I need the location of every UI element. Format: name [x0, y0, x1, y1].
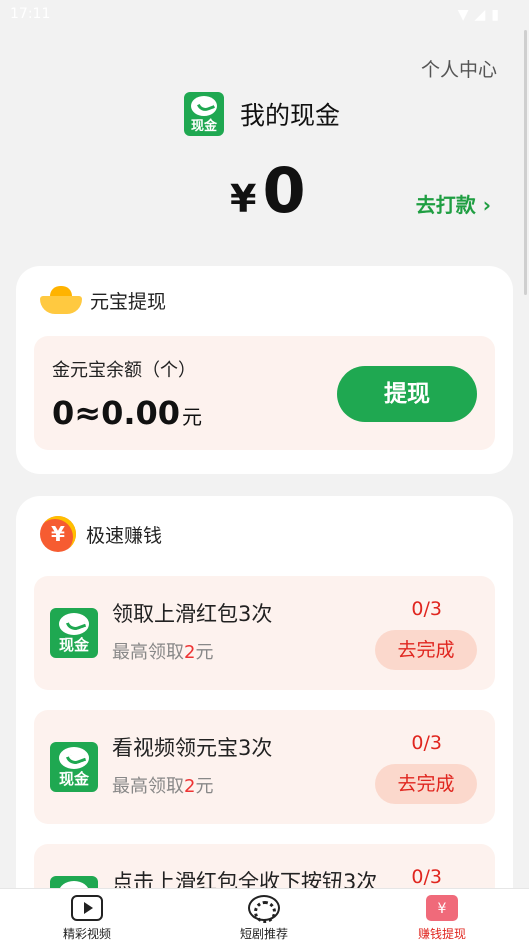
- nav-label: 赚钱提现: [417, 927, 466, 941]
- cash-amount: ¥ 0: [230, 154, 306, 227]
- chevron-right-icon: ›: [482, 193, 491, 217]
- nav-item-videos[interactable]: 精彩视频: [27, 895, 147, 942]
- yuanbao-balance-unit: 元: [182, 405, 203, 429]
- yuanbao-balance-box: 金元宝余额（个） 0≈0.00 元 提现: [34, 336, 495, 450]
- speed-earn-title: 极速赚钱: [86, 524, 163, 547]
- task-complete-button[interactable]: 去完成: [375, 764, 477, 804]
- film-reel-icon: [248, 895, 280, 923]
- wifi-icon: ▼: [457, 7, 469, 23]
- status-icons: ▼ ◢ ▮: [458, 7, 499, 23]
- task-subtitle: 最高领取2元: [112, 642, 214, 663]
- task-complete-button[interactable]: 去完成: [375, 630, 477, 670]
- nav-item-short-drama[interactable]: 短剧推荐: [204, 895, 324, 942]
- battery-icon: ▮: [491, 7, 499, 23]
- task-progress: 0/3: [411, 598, 442, 620]
- scrollbar[interactable]: [524, 30, 527, 295]
- red-envelope-icon: ¥: [426, 895, 458, 921]
- yuanbao-header: 元宝提现: [40, 286, 166, 314]
- cash-icon: 现金: [50, 742, 98, 792]
- speed-earn-card: ¥ 极速赚钱 现金 领取上滑红包3次 最高领取2元 0/3 去完成 现金 看视频…: [16, 496, 513, 944]
- nav-item-earn[interactable]: ¥ 赚钱提现: [382, 895, 502, 942]
- task-progress: 0/3: [411, 866, 442, 888]
- yuanbao-title: 元宝提现: [90, 290, 167, 313]
- yuanbao-balance-label: 金元宝余额（个）: [52, 360, 196, 381]
- withdraw-button[interactable]: 提现: [337, 366, 477, 422]
- status-time: 17:11: [10, 6, 51, 22]
- signal-icon: ◢: [474, 7, 486, 23]
- video-icon: [71, 895, 103, 921]
- go-withdraw-label: 去打款: [415, 193, 476, 217]
- task-item: 现金 看视频领元宝3次 最高领取2元 0/3 去完成: [34, 710, 495, 824]
- cash-amount-value: 0: [262, 154, 306, 227]
- task-title: 看视频领元宝3次: [112, 736, 273, 760]
- cash-icon: 现金: [50, 608, 98, 658]
- task-item: 现金 领取上滑红包3次 最高领取2元 0/3 去完成: [34, 576, 495, 690]
- bottom-nav: 精彩视频 短剧推荐 ¥ 赚钱提现: [0, 888, 529, 944]
- cash-icon: 现金: [184, 92, 224, 136]
- yen-coin-icon: ¥: [40, 516, 76, 552]
- status-bar: 17:11 ▼ ◢ ▮: [0, 0, 529, 30]
- yuanbao-balance-number: 0≈0.00: [52, 394, 181, 432]
- personal-center-link[interactable]: 个人中心: [421, 55, 497, 82]
- yuanbao-card: 元宝提现 金元宝余额（个） 0≈0.00 元 提现: [16, 266, 513, 474]
- speed-earn-header: ¥ 极速赚钱: [40, 516, 162, 552]
- page-header: 现金 我的现金: [184, 92, 340, 136]
- gold-ingot-icon: [40, 286, 82, 314]
- task-progress: 0/3: [411, 732, 442, 754]
- go-withdraw-link[interactable]: 去打款 ›: [416, 189, 491, 218]
- nav-label: 短剧推荐: [239, 927, 288, 941]
- page-title: 我的现金: [240, 101, 341, 130]
- task-title: 领取上滑红包3次: [112, 602, 273, 626]
- yuanbao-balance-value: 0≈0.00 元: [52, 394, 202, 432]
- task-subtitle: 最高领取2元: [112, 776, 214, 797]
- nav-label: 精彩视频: [62, 927, 111, 941]
- currency-symbol: ¥: [230, 177, 257, 221]
